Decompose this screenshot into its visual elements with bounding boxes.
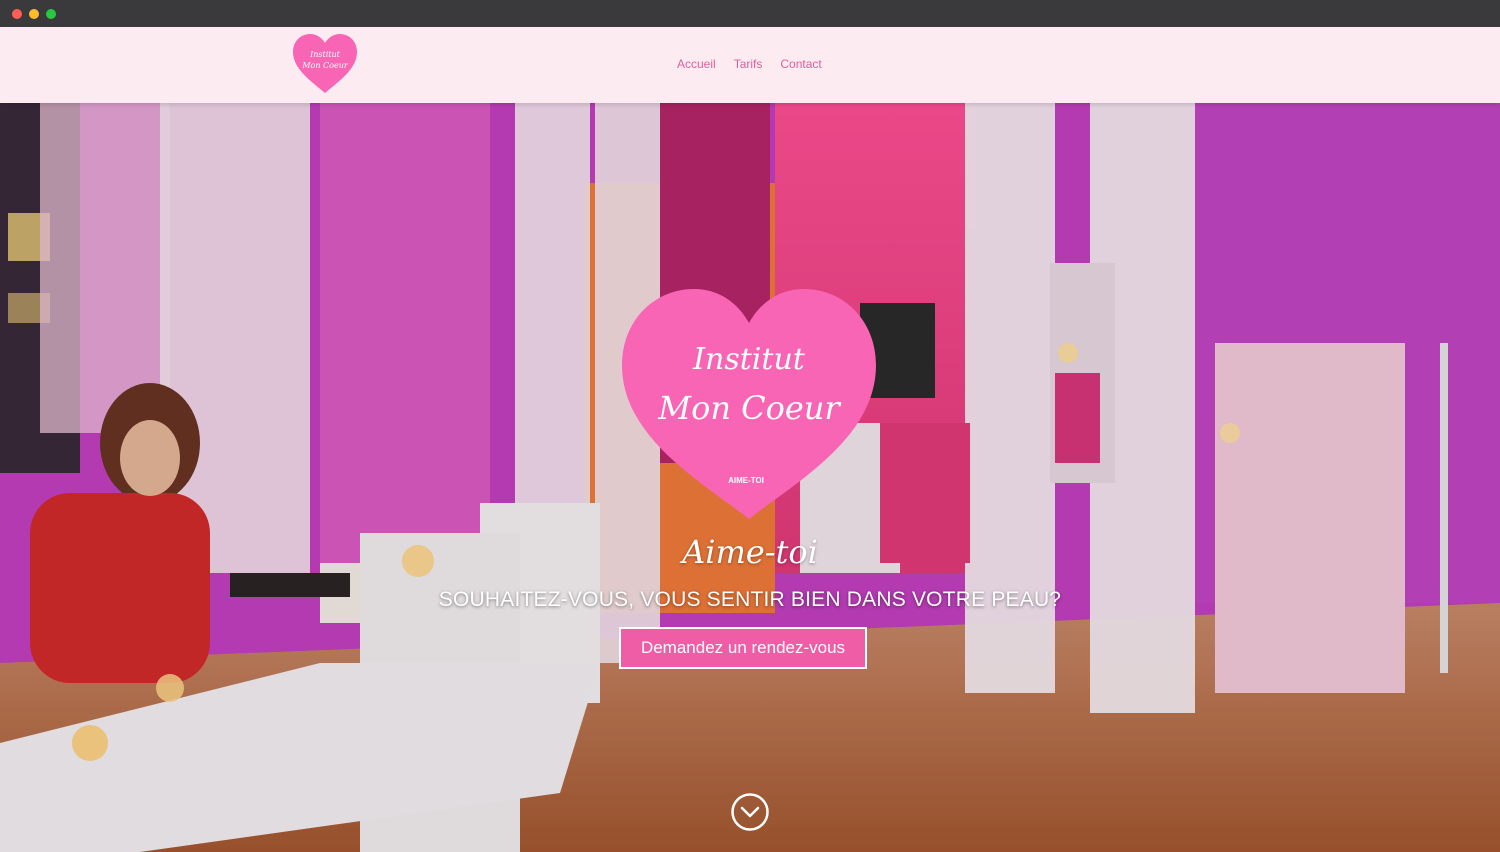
window-titlebar [0, 0, 1500, 27]
minimize-window-button[interactable] [29, 9, 39, 19]
nav-link-tarifs[interactable]: Tarifs [734, 57, 763, 71]
book-appointment-button[interactable]: Demandez un rendez-vous [619, 627, 867, 669]
chevron-down-circle-icon[interactable] [730, 792, 770, 832]
logo-text-line1: Institut [309, 50, 341, 59]
hero-logo-tagline: AIME-TOI [728, 476, 764, 485]
site-logo[interactable]: Institut Mon Coeur [291, 33, 359, 95]
logo-text-line2: Mon Coeur [301, 61, 349, 70]
hero-subtitle: SOUHAITEZ-VOUS, VOUS SENTIR BIEN DANS VO… [438, 588, 1062, 611]
site-header: Institut Mon Coeur Accueil Tarifs Contac… [0, 27, 1500, 103]
hero-logo-line1: Institut [692, 342, 806, 377]
nav-link-contact[interactable]: Contact [780, 57, 821, 71]
hero-heart-logo: Institut Mon Coeur AIME-TOI [622, 289, 876, 519]
main-nav: Accueil Tarifs Contact [677, 57, 822, 71]
close-window-button[interactable] [12, 9, 22, 19]
hero-script-tagline: Aime-toi [682, 533, 818, 571]
hero-logo-line2: Mon Coeur [657, 389, 841, 427]
maximize-window-button[interactable] [46, 9, 56, 19]
nav-link-accueil[interactable]: Accueil [677, 57, 716, 71]
hero-section: Institut Mon Coeur AIME-TOI Aime-toi SOU… [0, 103, 1500, 852]
